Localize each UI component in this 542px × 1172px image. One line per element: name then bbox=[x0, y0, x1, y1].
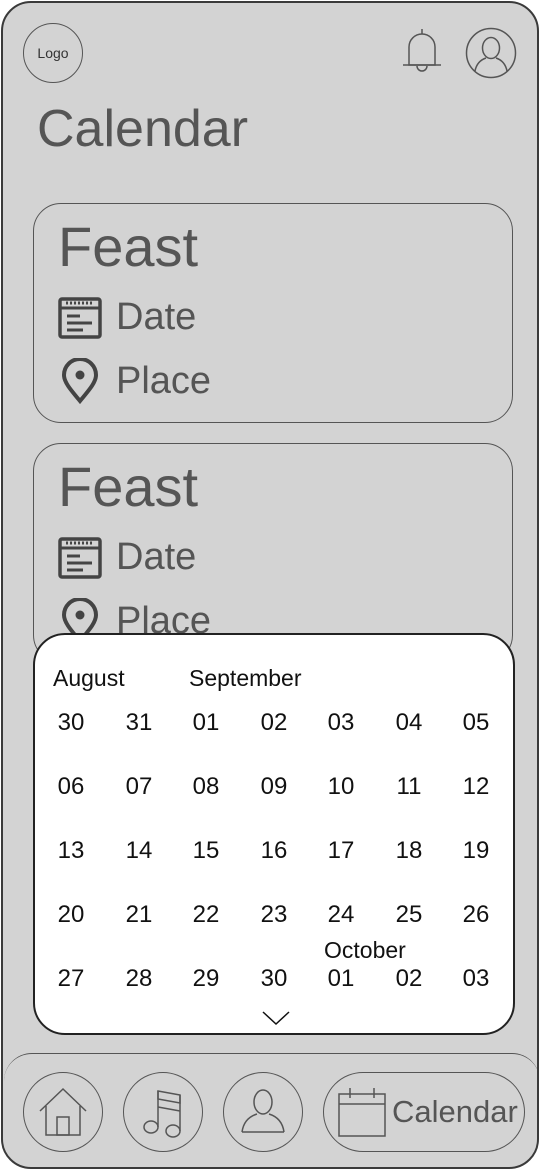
nav-calendar-button[interactable]: Calendar bbox=[323, 1072, 525, 1152]
music-icon bbox=[143, 1090, 181, 1138]
day-cell[interactable]: 08 bbox=[181, 773, 231, 801]
day-cell[interactable]: 07 bbox=[114, 773, 164, 801]
bottom-nav: Calendar bbox=[4, 1053, 537, 1167]
nav-calendar-label: Calendar bbox=[392, 1094, 518, 1129]
nav-music-button[interactable] bbox=[123, 1072, 203, 1152]
nav-home-button[interactable] bbox=[23, 1072, 103, 1152]
calendar-icon bbox=[338, 1088, 386, 1137]
day-cell[interactable]: 10 bbox=[316, 773, 366, 801]
day-cell[interactable]: 19 bbox=[451, 837, 501, 865]
day-cell[interactable]: 01 bbox=[181, 709, 231, 737]
day-cell[interactable]: 02 bbox=[249, 709, 299, 737]
day-cell[interactable]: 30 bbox=[46, 709, 96, 737]
month-label-september: September bbox=[189, 665, 302, 691]
location-pin-icon bbox=[61, 358, 99, 404]
day-cell[interactable]: 18 bbox=[384, 837, 434, 865]
event-place-row: Place bbox=[58, 358, 211, 404]
day-cell[interactable]: 03 bbox=[316, 709, 366, 737]
bell-icon[interactable] bbox=[399, 27, 445, 77]
event-card[interactable]: Feast Date Place bbox=[33, 203, 513, 423]
day-cell[interactable]: 28 bbox=[114, 965, 164, 993]
date-picker[interactable]: August September October 30 31 01 02 03 04 05 0… bbox=[33, 633, 515, 1035]
day-cell[interactable]: 29 bbox=[181, 965, 231, 993]
day-cell[interactable]: 17 bbox=[316, 837, 366, 865]
month-label-august: August bbox=[53, 665, 125, 691]
day-cell[interactable]: 23 bbox=[249, 901, 299, 929]
logo[interactable]: Logo bbox=[23, 23, 83, 83]
event-date: Date bbox=[116, 296, 197, 338]
date-icon bbox=[58, 296, 102, 339]
day-cell[interactable]: 06 bbox=[46, 773, 96, 801]
day-cell[interactable]: 31 bbox=[114, 709, 164, 737]
event-place: Place bbox=[116, 359, 212, 402]
day-cell[interactable]: 30 bbox=[249, 965, 299, 993]
day-cell[interactable]: 24 bbox=[316, 901, 366, 929]
logo-text: Logo bbox=[37, 45, 69, 61]
day-cell[interactable]: 25 bbox=[384, 901, 434, 929]
day-cell[interactable]: 01 bbox=[316, 965, 366, 993]
event-date-row: Date bbox=[58, 296, 196, 339]
day-cell[interactable]: 11 bbox=[384, 773, 434, 801]
day-cell[interactable]: 04 bbox=[384, 709, 434, 737]
day-cell[interactable]: 02 bbox=[384, 965, 434, 993]
day-cell[interactable]: 20 bbox=[46, 901, 96, 929]
day-cell[interactable]: 03 bbox=[451, 965, 501, 993]
day-cell[interactable]: 14 bbox=[114, 837, 164, 865]
event-date: Date bbox=[116, 536, 197, 578]
day-cell[interactable]: 27 bbox=[46, 965, 96, 993]
day-cell[interactable]: 13 bbox=[46, 837, 96, 865]
page-title: Calendar bbox=[37, 100, 249, 158]
event-title: Feast bbox=[58, 215, 199, 278]
event-card[interactable]: Feast Date Place bbox=[33, 443, 513, 663]
month-label-october: October bbox=[324, 937, 406, 963]
day-cell[interactable]: 12 bbox=[451, 773, 501, 801]
user-icon bbox=[241, 1089, 285, 1133]
event-date-row: Date bbox=[58, 536, 196, 579]
nav-profile-button[interactable] bbox=[223, 1072, 303, 1152]
home-icon bbox=[39, 1087, 87, 1136]
day-cell[interactable]: 16 bbox=[249, 837, 299, 865]
day-cell[interactable]: 15 bbox=[181, 837, 231, 865]
day-cell[interactable]: 09 bbox=[249, 773, 299, 801]
day-cell[interactable]: 05 bbox=[451, 709, 501, 737]
day-cell[interactable]: 26 bbox=[451, 901, 501, 929]
phone-frame: Logo Calendar Feast Date Place Feast Dat… bbox=[1, 1, 539, 1169]
event-title: Feast bbox=[58, 455, 199, 518]
day-cell[interactable]: 22 bbox=[181, 901, 231, 929]
user-icon[interactable] bbox=[465, 27, 517, 79]
chevron-down-icon[interactable] bbox=[261, 1009, 291, 1027]
date-icon bbox=[58, 536, 102, 579]
day-cell[interactable]: 21 bbox=[114, 901, 164, 929]
